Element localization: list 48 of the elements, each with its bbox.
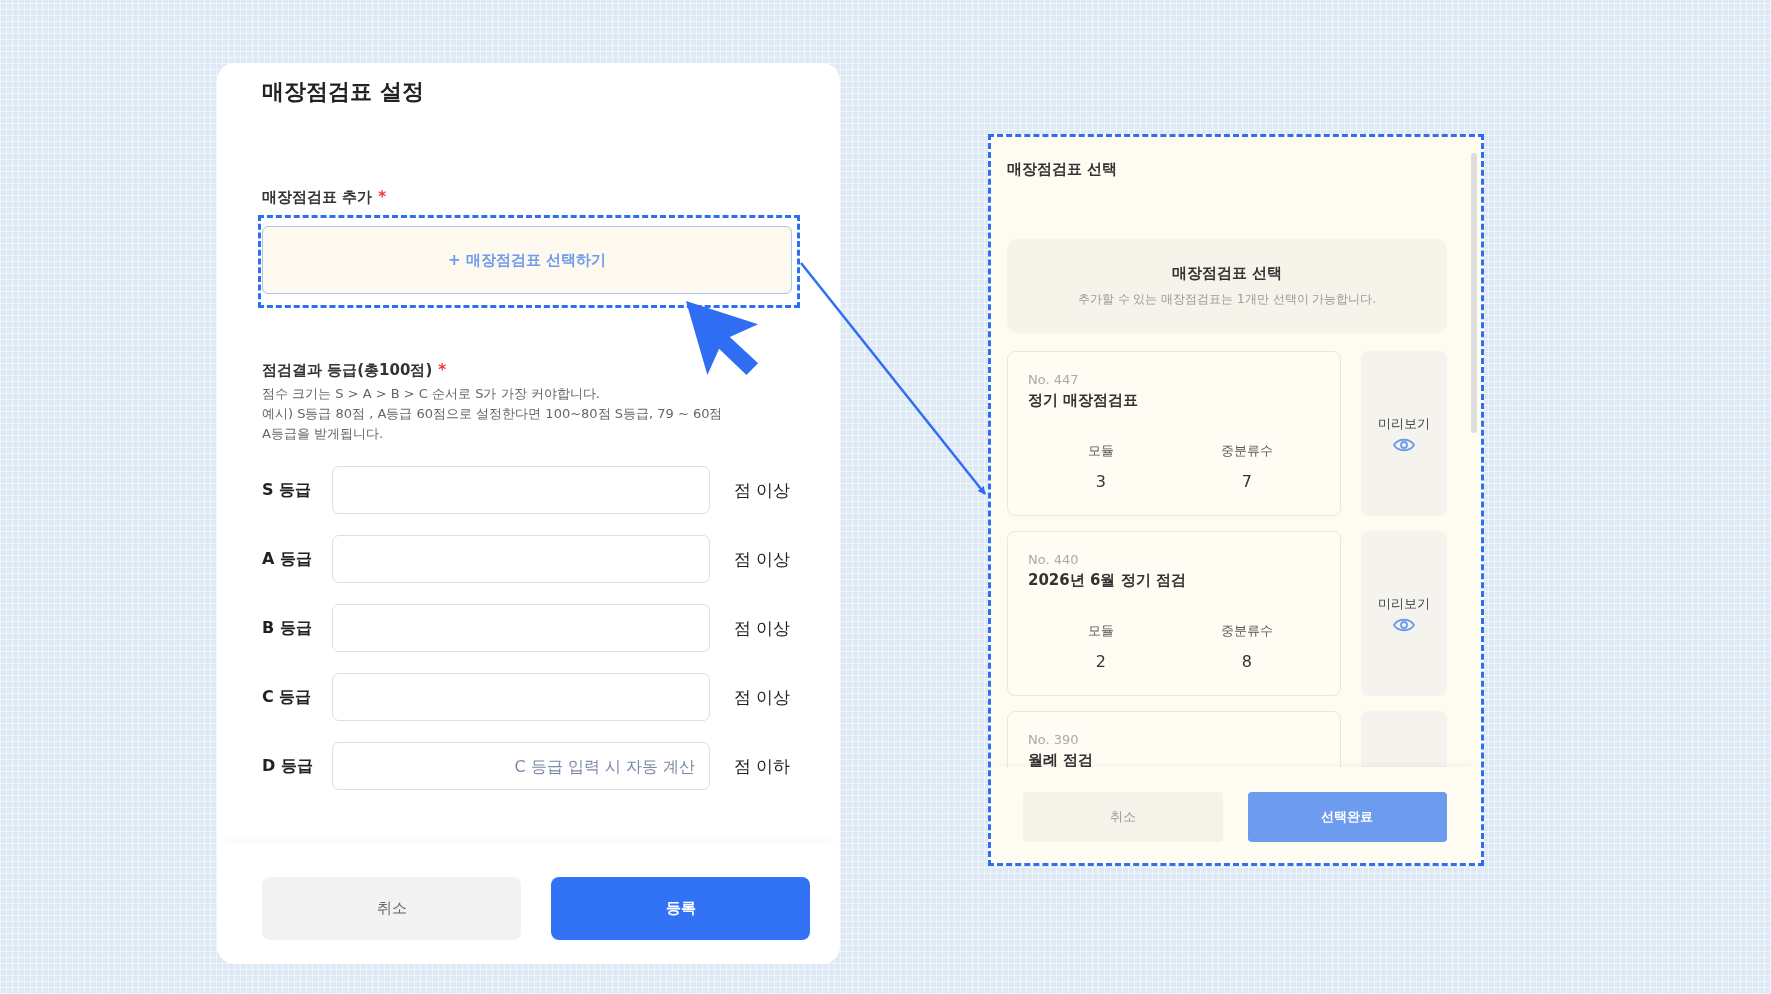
unit-label: 점 이상 [734, 547, 791, 571]
score-field[interactable] [332, 604, 710, 652]
panel-title: 매장점검표 설정 [262, 78, 425, 106]
checklist-number: No. 440 [1028, 552, 1080, 567]
eye-icon [1393, 436, 1415, 453]
required-mark: * [438, 361, 447, 379]
score-field[interactable]: C 등급 입력 시 자동 계산 [332, 742, 710, 790]
checklist-number: No. 447 [1028, 372, 1080, 387]
checklist-card[interactable]: No. 440 2026년 6월 정기 점검 모듈 2 중분류수 8 [1007, 531, 1341, 696]
stat-label: 모듈 [1087, 442, 1114, 460]
score-field[interactable] [332, 673, 710, 721]
eye-icon [1393, 616, 1415, 633]
stat-label: 중분류수 [1220, 622, 1273, 640]
checklist-card[interactable]: No. 390 월례 점검 [1007, 711, 1341, 767]
stat-value: 2 [1095, 652, 1106, 671]
score-field[interactable] [332, 535, 710, 583]
scrollbar[interactable] [1471, 153, 1477, 433]
help-text: 점수 크기는 S > A > B > C 순서로 S가 가장 커야합니다. 예시) S등급 80점 , A등급 60점으로 설정한다면 100~80점 S등급, 79 ~ 60점 A등급을 받게됩니다. [262, 385, 724, 443]
score-field[interactable] [332, 466, 710, 514]
unit-label: 점 이상 [734, 616, 791, 640]
checklist-name: 정기 매장점검표 [1028, 391, 1140, 410]
field-label: 매장점검표 추가 [262, 187, 373, 207]
stat-label: 중분류수 [1220, 442, 1273, 460]
grade-label: S 등급 [262, 479, 313, 501]
cancel-button[interactable]: 취소 [262, 877, 521, 940]
info-note: 추가할 수 있는 매장점검표는 1개만 선택이 가능합니다. [1077, 291, 1377, 308]
info-title: 매장점검표 선택 [1171, 264, 1283, 283]
checklist-name: 월례 점검 [1028, 751, 1095, 767]
preview-button[interactable]: 미리보기 [1361, 351, 1447, 516]
stat-label: 모듈 [1087, 622, 1114, 640]
stat-value: 8 [1241, 652, 1252, 671]
checklist-number: No. 390 [1028, 732, 1080, 747]
stat-value: 7 [1241, 472, 1252, 491]
unit-label: 점 이하 [734, 754, 791, 778]
required-mark: * [378, 188, 387, 206]
grade-label: A 등급 [262, 548, 313, 570]
stat-value: 3 [1095, 472, 1106, 491]
grade-label: D 등급 [262, 755, 314, 777]
grade-label: C 등급 [262, 686, 313, 708]
unit-label: 점 이상 [734, 478, 791, 502]
field-label: 점검결과 등급(총100점) [262, 360, 433, 380]
unit-label: 점 이상 [734, 685, 791, 709]
submit-button[interactable]: 등록 [551, 877, 810, 940]
grade-label: B 등급 [262, 617, 313, 639]
checklist-name: 2026년 6월 정기 점검 [1028, 571, 1187, 590]
preview-button[interactable]: 미리보기 [1361, 531, 1447, 696]
panel-title: 매장점검표 선택 [1007, 159, 1119, 179]
checklist-card[interactable]: No. 447 정기 매장점검표 모듈 3 중분류수 7 [1007, 351, 1341, 516]
